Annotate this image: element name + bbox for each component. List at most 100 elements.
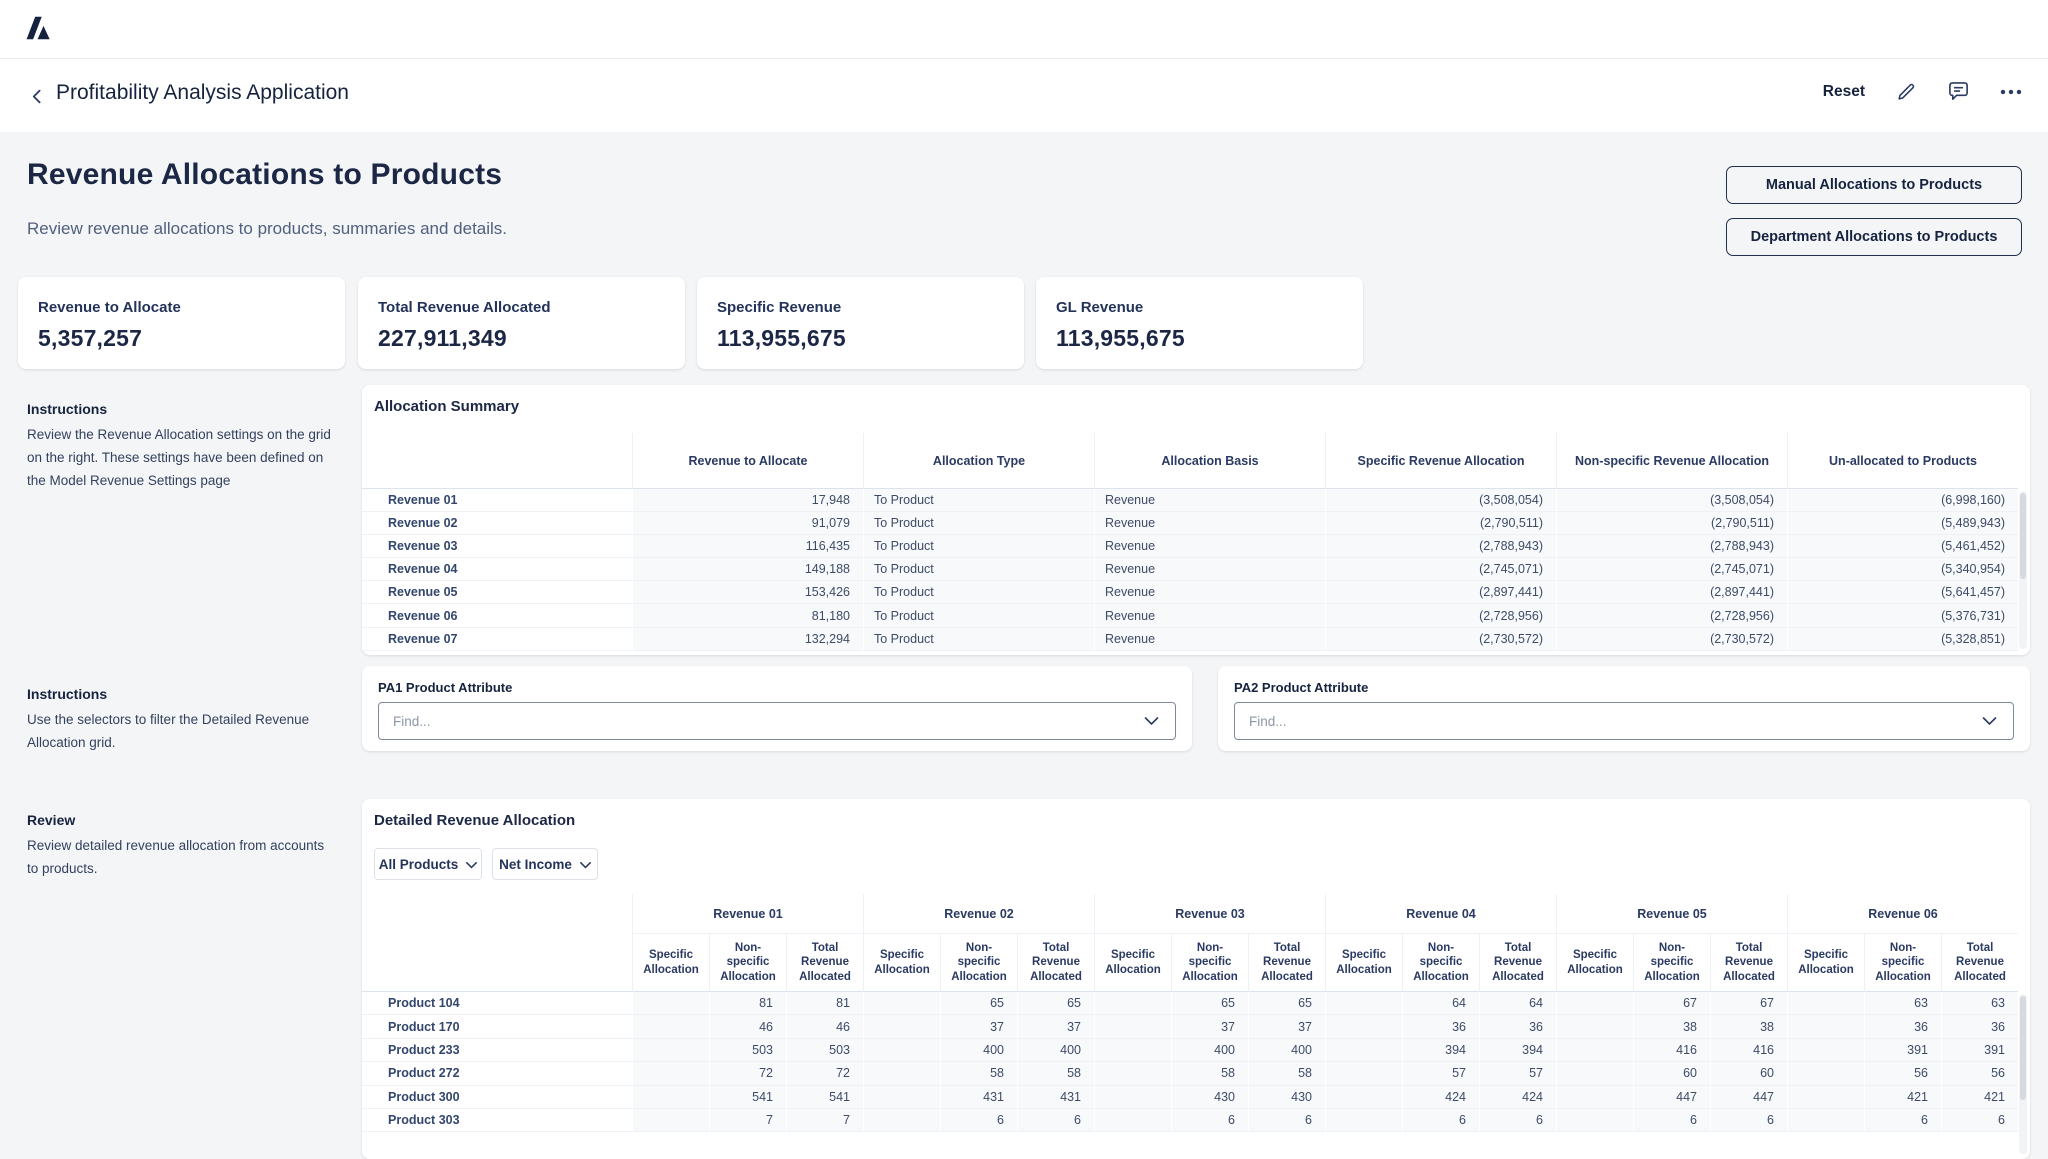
grid-cell[interactable]: (5,328,851) — [1787, 628, 2018, 651]
grid-cell[interactable]: 60 — [1633, 1062, 1710, 1085]
grid-cell[interactable] — [1094, 1062, 1171, 1085]
grid-cell[interactable] — [1556, 1015, 1633, 1038]
grid-cell[interactable]: To Product — [863, 512, 1094, 535]
grid-cell[interactable]: (2,897,441) — [1325, 581, 1556, 604]
grid-cell[interactable]: 416 — [1633, 1039, 1710, 1062]
grid-cell[interactable]: 503 — [786, 1039, 863, 1062]
grid-cell[interactable]: 7 — [786, 1109, 863, 1132]
grid-cell[interactable]: 400 — [1248, 1039, 1325, 1062]
grid-cell[interactable]: (6,998,160) — [1787, 489, 2018, 512]
grid-cell[interactable]: 56 — [1941, 1062, 2018, 1085]
grid-cell[interactable]: 63 — [1864, 992, 1941, 1015]
grid-cell[interactable]: 67 — [1710, 992, 1787, 1015]
row-label[interactable]: Revenue 06 — [362, 604, 632, 627]
grid-cell[interactable]: 81 — [709, 992, 786, 1015]
grid-cell[interactable]: 6 — [1017, 1109, 1094, 1132]
grid-cell[interactable]: (2,790,511) — [1556, 512, 1787, 535]
grid-cell[interactable]: 6 — [1941, 1109, 2018, 1132]
grid-cell[interactable] — [1787, 992, 1864, 1015]
grid-cell[interactable]: (2,897,441) — [1556, 581, 1787, 604]
grid-cell[interactable]: 58 — [1017, 1062, 1094, 1085]
row-label[interactable]: Product 170 — [362, 1015, 632, 1038]
grid-cell[interactable]: 421 — [1941, 1086, 2018, 1109]
grid-cell[interactable]: 132,294 — [632, 628, 863, 651]
row-label[interactable]: Product 233 — [362, 1039, 632, 1062]
row-label[interactable]: Revenue 05 — [362, 581, 632, 604]
grid-cell[interactable]: (5,340,954) — [1787, 558, 2018, 581]
grid-cell[interactable]: 17,948 — [632, 489, 863, 512]
grid-cell[interactable] — [632, 1062, 709, 1085]
grid-cell[interactable] — [1325, 1109, 1402, 1132]
grid-cell[interactable]: Revenue — [1094, 489, 1325, 512]
grid-cell[interactable]: 6 — [1633, 1109, 1710, 1132]
grid-cell[interactable]: (2,790,511) — [1325, 512, 1556, 535]
grid-cell[interactable]: 421 — [1864, 1086, 1941, 1109]
back-chevron-icon[interactable] — [26, 85, 48, 107]
grid-cell[interactable] — [632, 1086, 709, 1109]
grid-cell[interactable]: 116,435 — [632, 535, 863, 558]
grid-cell[interactable] — [1787, 1109, 1864, 1132]
grid-cell[interactable]: 424 — [1402, 1086, 1479, 1109]
grid-cell[interactable]: 149,188 — [632, 558, 863, 581]
row-label[interactable]: Revenue 04 — [362, 558, 632, 581]
grid-cell[interactable]: To Product — [863, 628, 1094, 651]
grid-cell[interactable]: To Product — [863, 558, 1094, 581]
grid-cell[interactable]: 431 — [940, 1086, 1017, 1109]
grid-cell[interactable]: 430 — [1171, 1086, 1248, 1109]
grid-cell[interactable]: 503 — [709, 1039, 786, 1062]
grid-cell[interactable]: To Product — [863, 604, 1094, 627]
grid-cell[interactable]: (2,788,943) — [1556, 535, 1787, 558]
grid-cell[interactable] — [1094, 1015, 1171, 1038]
grid-cell[interactable]: (5,461,452) — [1787, 535, 2018, 558]
grid-cell[interactable]: 400 — [1171, 1039, 1248, 1062]
grid-cell[interactable]: 153,426 — [632, 581, 863, 604]
row-label[interactable]: Product 104 — [362, 992, 632, 1015]
grid-cell[interactable]: 38 — [1710, 1015, 1787, 1038]
manual-allocations-button[interactable]: Manual Allocations to Products — [1726, 166, 2022, 204]
scrollbar-thumb[interactable] — [2020, 493, 2026, 579]
grid-cell[interactable]: 38 — [1633, 1015, 1710, 1038]
grid-cell[interactable]: 65 — [1171, 992, 1248, 1015]
grid-cell[interactable]: 56 — [1864, 1062, 1941, 1085]
grid-cell[interactable] — [1556, 1039, 1633, 1062]
grid-cell[interactable] — [632, 1039, 709, 1062]
grid-cell[interactable] — [1556, 992, 1633, 1015]
grid-cell[interactable]: 6 — [940, 1109, 1017, 1132]
grid-cell[interactable] — [1787, 1039, 1864, 1062]
grid-cell[interactable]: (2,745,071) — [1556, 558, 1787, 581]
grid-cell[interactable] — [863, 1109, 940, 1132]
grid-cell[interactable]: 37 — [940, 1015, 1017, 1038]
grid-cell[interactable]: Revenue — [1094, 581, 1325, 604]
grid-cell[interactable] — [1325, 1086, 1402, 1109]
grid-cell[interactable]: 394 — [1402, 1039, 1479, 1062]
grid-cell[interactable]: 72 — [709, 1062, 786, 1085]
grid-cell[interactable]: 67 — [1633, 992, 1710, 1015]
grid-cell[interactable] — [1094, 992, 1171, 1015]
grid-cell[interactable]: 447 — [1633, 1086, 1710, 1109]
grid-cell[interactable]: 65 — [1017, 992, 1094, 1015]
line-item-filter-dropdown[interactable]: Net Income — [492, 848, 598, 880]
grid-cell[interactable]: 58 — [1248, 1062, 1325, 1085]
row-label[interactable]: Revenue 01 — [362, 489, 632, 512]
pa2-find-dropdown[interactable]: Find... — [1234, 702, 2014, 740]
grid-cell[interactable] — [863, 1015, 940, 1038]
grid-cell[interactable]: 541 — [786, 1086, 863, 1109]
pa1-find-dropdown[interactable]: Find... — [378, 702, 1176, 740]
grid-cell[interactable]: 447 — [1710, 1086, 1787, 1109]
grid-cell[interactable]: 81,180 — [632, 604, 863, 627]
grid-cell[interactable]: 6 — [1171, 1109, 1248, 1132]
grid-cell[interactable] — [1325, 1039, 1402, 1062]
grid-cell[interactable] — [1787, 1015, 1864, 1038]
grid-cell[interactable] — [1325, 1015, 1402, 1038]
grid-cell[interactable]: (5,376,731) — [1787, 604, 2018, 627]
grid-cell[interactable]: 46 — [786, 1015, 863, 1038]
grid-cell[interactable]: 81 — [786, 992, 863, 1015]
grid-cell[interactable]: 391 — [1864, 1039, 1941, 1062]
grid-cell[interactable]: (2,730,572) — [1556, 628, 1787, 651]
grid-cell[interactable]: To Product — [863, 581, 1094, 604]
grid-cell[interactable]: 416 — [1710, 1039, 1787, 1062]
grid-cell[interactable]: (2,730,572) — [1325, 628, 1556, 651]
grid-cell[interactable]: Revenue — [1094, 628, 1325, 651]
row-label[interactable]: Revenue 07 — [362, 628, 632, 651]
grid-cell[interactable]: 58 — [940, 1062, 1017, 1085]
